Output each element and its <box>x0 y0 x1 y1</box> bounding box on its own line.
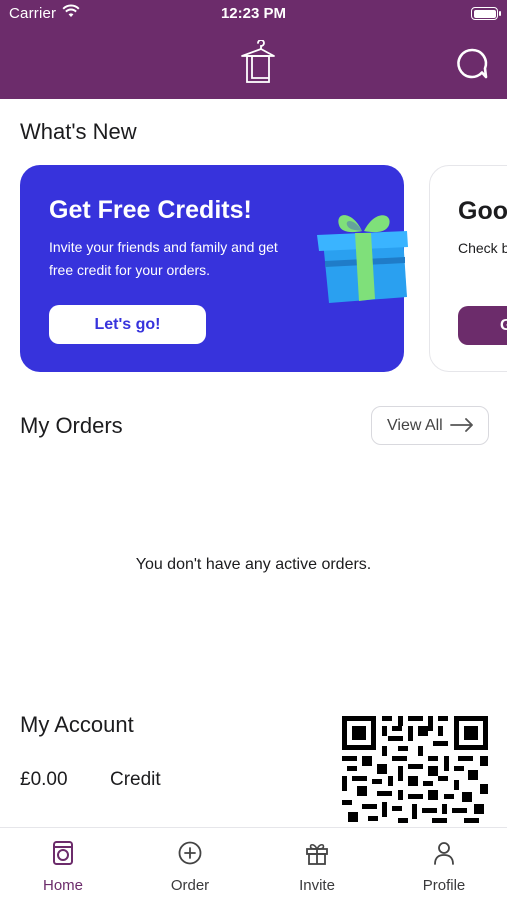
status-time: 12:23 PM <box>220 5 287 22</box>
gift-icon <box>306 843 328 865</box>
view-all-button[interactable]: View All <box>371 406 489 445</box>
tab-invite[interactable]: Invite <box>254 828 380 900</box>
tab-home[interactable]: Home <box>0 828 126 900</box>
my-orders-title: My Orders <box>20 413 123 438</box>
lets-go-button[interactable]: Let's go! <box>49 305 206 344</box>
tab-invite-label: Invite <box>299 877 335 894</box>
person-icon <box>434 842 454 865</box>
news-card-text: Check b and info <box>458 240 507 256</box>
empty-orders-message: You don't have any active orders. <box>135 556 372 573</box>
chat-bubble-icon[interactable] <box>455 47 489 81</box>
whats-new-carousel[interactable]: Get Free Credits! Invite your friends an… <box>0 164 507 374</box>
news-card-button[interactable]: G <box>458 306 507 345</box>
tab-order-label: Order <box>170 877 210 894</box>
free-credits-card[interactable]: Get Free Credits! Invite your friends an… <box>20 165 408 372</box>
gift-icon <box>317 215 408 303</box>
tab-bar: Home Order Invite Profile <box>0 827 507 900</box>
credit-amount: £0.00 <box>20 769 68 790</box>
tab-profile[interactable]: Profile <box>381 828 507 900</box>
status-bar: Carrier 12:23 PM <box>0 0 507 30</box>
tab-order[interactable]: Order <box>127 828 253 900</box>
whats-new-title: What's New <box>20 119 137 144</box>
promo-title: Get Free Credits! <box>49 196 252 224</box>
qr-code-icon[interactable] <box>340 714 490 827</box>
tab-profile-label: Profile <box>422 877 466 894</box>
news-card-title: Goo <box>458 197 507 225</box>
credit-label: Credit <box>110 769 161 790</box>
arrow-right-icon <box>450 418 473 432</box>
promo-text: Invite your friends and family and get f… <box>49 239 278 278</box>
my-account-title: My Account <box>20 712 134 737</box>
battery-icon <box>471 7 501 20</box>
hanger-icon <box>241 40 275 83</box>
washing-machine-icon <box>53 841 73 865</box>
app-header: Carrier 12:23 PM <box>0 0 507 99</box>
view-all-label: View All <box>387 417 443 434</box>
news-card[interactable]: Goo Check b and info G <box>429 165 507 372</box>
plus-circle-icon <box>178 841 202 865</box>
tab-home-label: Home <box>42 877 83 894</box>
